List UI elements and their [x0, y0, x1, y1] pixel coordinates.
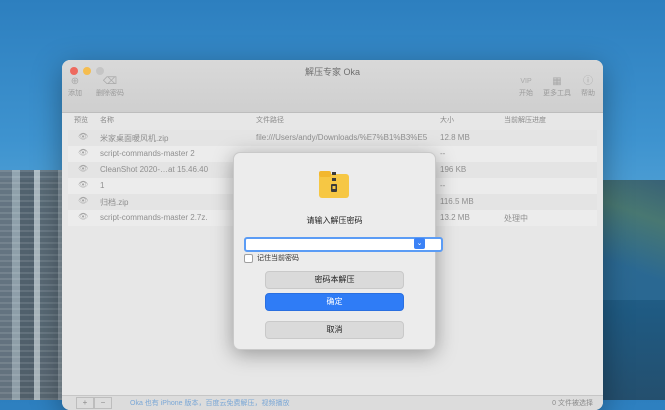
more-tools-button[interactable]: ▦ 更多工具: [543, 76, 571, 98]
remove-file-button[interactable]: −: [94, 397, 112, 409]
col-name[interactable]: 名称: [100, 115, 240, 125]
chevron-down-icon[interactable]: ⌄: [414, 238, 425, 249]
table-header: 预览 名称 文件路径 大小 当前解压进度: [68, 115, 597, 129]
password-book-button[interactable]: 密码本解压: [265, 271, 404, 289]
col-size[interactable]: 大小: [440, 115, 500, 125]
remember-password-row[interactable]: 记住当前密码: [244, 253, 299, 263]
cancel-button[interactable]: 取消: [265, 321, 404, 339]
eye-icon[interactable]: 👁: [78, 196, 88, 205]
col-progress[interactable]: 当前解压进度: [504, 115, 584, 125]
col-path[interactable]: 文件路径: [256, 115, 436, 125]
trash-icon: ⌫: [102, 76, 118, 87]
zip-archive-icon: [319, 171, 349, 198]
toolbar-right: VIP 开始 ▦ 更多工具 ⓘ 帮助: [519, 76, 595, 98]
eye-icon[interactable]: 👁: [78, 132, 88, 141]
toolbar-left: ⊕ 添加 ⌫ 删除密码: [68, 76, 124, 98]
add-button[interactable]: ⊕ 添加: [68, 76, 82, 98]
col-preview[interactable]: 预览: [74, 115, 94, 125]
eye-icon[interactable]: 👁: [78, 212, 88, 221]
eye-icon[interactable]: 👁: [78, 180, 88, 189]
titlebar: 解压专家 Oka ⊕ 添加 ⌫ 删除密码 VIP 开始 ▦ 更多工具 ⓘ 帮助: [62, 60, 603, 113]
remember-password-checkbox[interactable]: [244, 253, 253, 263]
dialog-title: 请输入解压密码: [306, 216, 363, 225]
vip-button[interactable]: VIP 开始: [519, 76, 533, 98]
info-icon: ⓘ: [583, 76, 593, 87]
eye-icon[interactable]: 👁: [78, 164, 88, 173]
password-dialog: 请输入解压密码 ⌄ 记住当前密码 密码本解压 确定 取消: [233, 152, 443, 350]
help-button[interactable]: ⓘ 帮助: [581, 76, 595, 98]
remember-password-label: 记住当前密码: [257, 255, 299, 262]
grid-icon: ▦: [552, 76, 562, 87]
status-bar: + − Oka 也有 iPhone 版本，百度云免费解压，视频播放 0 文件被选…: [62, 395, 603, 410]
table-row[interactable]: 👁 米家桌面暖风机.zip file:///Users/andy/Downloa…: [68, 130, 597, 146]
add-file-button[interactable]: +: [76, 397, 94, 409]
desktop-coast: [595, 180, 665, 300]
delete-password-button[interactable]: ⌫ 删除密码: [96, 76, 124, 98]
eye-icon[interactable]: 👁: [78, 148, 88, 157]
plus-icon: ⊕: [70, 76, 80, 87]
ok-button[interactable]: 确定: [265, 293, 404, 311]
